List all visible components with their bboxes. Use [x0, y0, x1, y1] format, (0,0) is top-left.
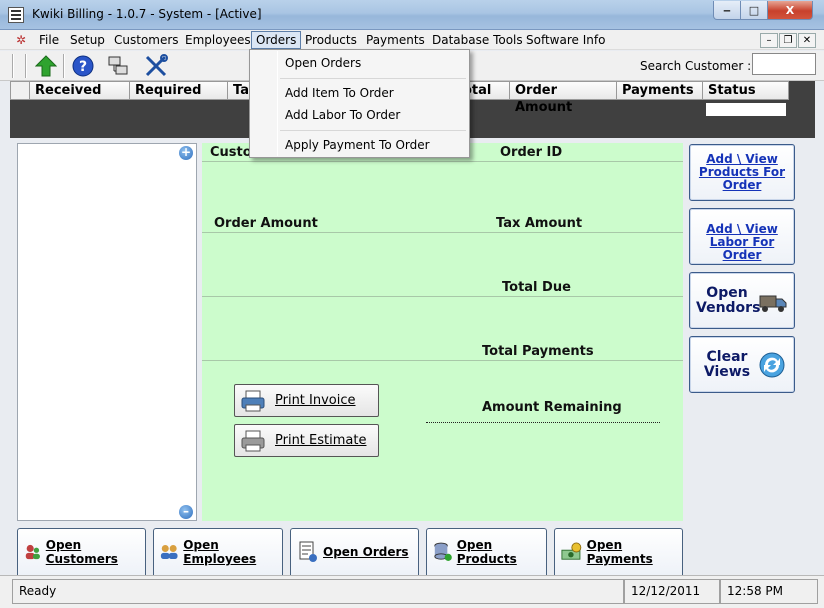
menu-file[interactable]: File — [35, 31, 63, 49]
menu-software-info[interactable]: Software Info — [522, 31, 609, 49]
help-icon[interactable]: ? — [71, 54, 95, 78]
order-amount-label: Order Amount — [214, 216, 318, 231]
column-status[interactable]: Status — [703, 81, 789, 100]
divider — [202, 161, 683, 162]
employees-icon — [160, 544, 178, 560]
minimize-button[interactable]: ‒ — [713, 1, 741, 20]
search-customer-input[interactable] — [752, 53, 816, 75]
customer-label: Custo — [210, 145, 252, 160]
app-icon — [8, 7, 24, 23]
open-employees-label: Open Employees — [183, 538, 257, 566]
tools-icon[interactable] — [144, 54, 168, 78]
menu-separator — [280, 130, 466, 131]
status-filter-bar[interactable] — [706, 103, 786, 116]
menu-orders[interactable]: Orders — [251, 31, 302, 49]
network-icon[interactable] — [106, 54, 130, 78]
printer-icon — [241, 390, 265, 411]
open-customers-button[interactable]: Open Customers — [17, 528, 146, 575]
maximize-button[interactable]: □ — [740, 1, 768, 20]
view-products-for-order-button[interactable]: Add \ View Products For Order — [689, 144, 795, 201]
total-payments-label: Total Payments — [482, 344, 594, 359]
open-orders-label: Open Orders — [323, 545, 409, 559]
print-invoice-button[interactable]: Print Invoice — [234, 384, 379, 417]
open-orders-button[interactable]: Open Orders — [290, 528, 419, 575]
menu-add-item-to-order[interactable]: Add Item To Order — [251, 82, 468, 104]
menu-employees[interactable]: Employees — [181, 31, 255, 49]
amount-remaining-label: Amount Remaining — [482, 400, 622, 415]
order-id-label: Order ID — [500, 145, 563, 160]
system-menu-icon[interactable]: ✲ — [16, 33, 30, 47]
money-icon — [561, 542, 582, 560]
truck-icon — [759, 295, 787, 312]
tax-amount-label: Tax Amount — [496, 216, 583, 231]
window-title: Kwiki Billing - 1.0.7 - System - [Active… — [32, 7, 262, 21]
status-time: 12:58 PM — [720, 579, 818, 604]
svg-text:?: ? — [79, 59, 87, 75]
open-payments-label: Open Payments — [586, 538, 653, 566]
green-up-arrow-icon[interactable] — [34, 54, 58, 78]
open-products-label: Open Products — [456, 538, 517, 566]
mdi-close-button[interactable]: ✕ — [798, 33, 816, 48]
menu-payments[interactable]: Payments — [362, 31, 429, 49]
products-database-icon — [434, 542, 452, 561]
divider — [202, 296, 683, 297]
toolbar-separator — [63, 54, 65, 78]
column-received[interactable]: Received — [30, 81, 130, 100]
print-estimate-label: Print Estimate — [275, 433, 367, 448]
refresh-icon — [759, 352, 785, 377]
menu-customers[interactable]: Customers — [110, 31, 183, 49]
expand-icon[interactable]: + — [179, 146, 193, 160]
divider — [202, 232, 683, 233]
print-invoice-label: Print Invoice — [275, 393, 356, 408]
open-employees-button[interactable]: Open Employees — [153, 528, 283, 575]
menu-bar: ✲ File Setup Customers Employees Orders … — [0, 30, 824, 50]
open-payments-button[interactable]: Open Payments — [554, 528, 683, 575]
menu-separator — [280, 78, 466, 79]
collapse-icon[interactable]: – — [179, 505, 193, 519]
customers-icon — [25, 544, 40, 560]
status-date: 12/12/2011 — [624, 579, 720, 604]
mdi-minimize-button[interactable]: – — [760, 33, 778, 48]
open-customers-label: Open Customers — [45, 538, 118, 566]
column-required[interactable]: Required — [130, 81, 228, 100]
menu-apply-payment-to-order[interactable]: Apply Payment To Order — [251, 134, 468, 156]
printer-icon — [241, 430, 265, 451]
open-products-button[interactable]: Open Products — [426, 528, 547, 575]
clear-views-label: Clear Views — [703, 348, 751, 380]
orders-dropdown-menu: Open Orders Add Item To Order Add Labor … — [249, 49, 470, 158]
menu-open-orders[interactable]: Open Orders — [251, 52, 468, 74]
toolbar-separator — [12, 54, 14, 78]
menu-setup[interactable]: Setup — [66, 31, 109, 49]
divider — [202, 360, 683, 361]
open-vendors-button[interactable]: Open Vendors — [689, 272, 795, 329]
status-bar: Ready 12/12/2011 12:58 PM — [0, 575, 824, 608]
grid-corner — [10, 81, 30, 100]
orders-icon — [299, 541, 317, 562]
status-text: Ready — [12, 579, 624, 604]
toolbar-separator — [25, 54, 27, 78]
mdi-restore-button[interactable]: ❐ — [779, 33, 797, 48]
column-order-amount[interactable]: Order Amount — [510, 81, 617, 115]
open-vendors-label: Open Vendors — [696, 284, 761, 316]
menu-database-tools[interactable]: Database Tools — [428, 31, 527, 49]
total-due-label: Total Due — [502, 280, 571, 295]
column-payments[interactable]: Payments — [617, 81, 703, 100]
order-detail-panel: Custo Order ID Order Amount Tax Amount T… — [202, 143, 683, 521]
print-estimate-button[interactable]: Print Estimate — [234, 424, 379, 457]
view-labor-for-order-button[interactable]: Add \ View Labor For Order — [689, 208, 795, 265]
menu-products[interactable]: Products — [301, 31, 361, 49]
close-button[interactable]: X — [767, 1, 813, 20]
orders-tree-panel[interactable]: + – — [17, 143, 197, 521]
clear-views-button[interactable]: Clear Views — [689, 336, 795, 393]
menu-add-labor-to-order[interactable]: Add Labor To Order — [251, 104, 468, 126]
search-customer-label: Search Customer : — [640, 59, 752, 73]
title-bar[interactable]: Kwiki Billing - 1.0.7 - System - [Active… — [0, 0, 824, 30]
amount-remaining-line — [426, 422, 660, 423]
